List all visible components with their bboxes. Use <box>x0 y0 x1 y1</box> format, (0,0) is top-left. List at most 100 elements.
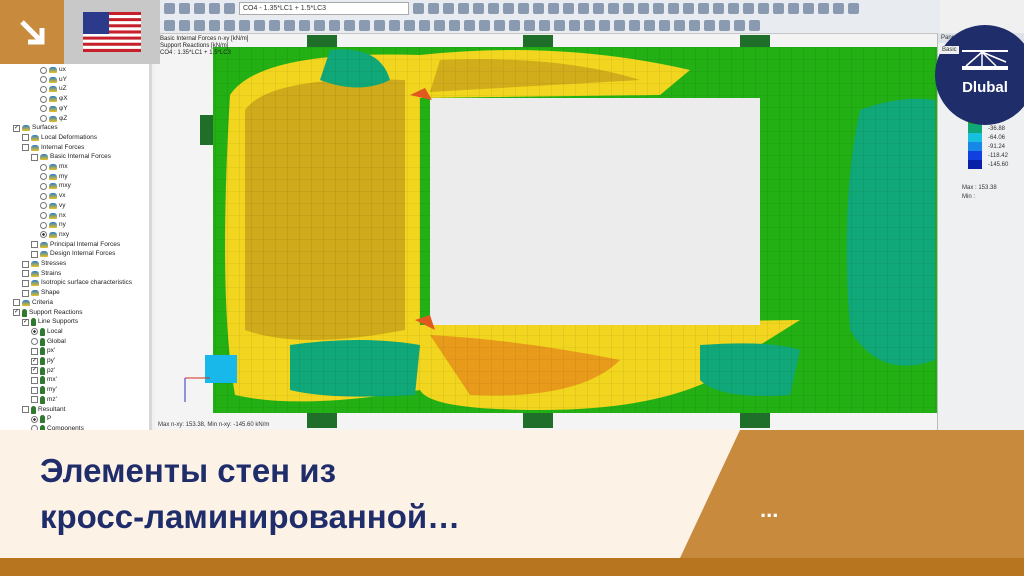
toolbar-icon[interactable] <box>818 3 829 14</box>
toolbar-icon[interactable] <box>608 3 619 14</box>
toolbar-icon[interactable] <box>578 3 589 14</box>
toolbar-icon[interactable] <box>548 3 559 14</box>
radio-button[interactable] <box>40 212 47 219</box>
toolbar-icon[interactable] <box>389 20 400 31</box>
toolbar-icon[interactable] <box>689 20 700 31</box>
tree-item[interactable]: Stresses <box>22 259 66 269</box>
radio-button[interactable] <box>31 338 38 346</box>
model-canvas[interactable] <box>155 35 937 430</box>
load-combo-select[interactable]: CO4 - 1.35*LC1 + 1.5*LC3 <box>239 2 409 15</box>
tree-item[interactable]: Internal Forces <box>22 143 84 153</box>
toolbar-icon[interactable] <box>524 20 535 31</box>
checkbox[interactable] <box>31 241 38 249</box>
tree-item[interactable]: nxy <box>40 230 69 240</box>
tree-item[interactable]: Criteria <box>13 298 53 308</box>
toolbar-icon[interactable] <box>758 3 769 14</box>
radio-button[interactable] <box>40 231 47 239</box>
toolbar-icon[interactable] <box>254 20 265 31</box>
toolbar-icon[interactable] <box>743 3 754 14</box>
radio-button[interactable] <box>31 415 38 423</box>
tree-item[interactable]: uZ <box>40 84 67 94</box>
toolbar-icon[interactable] <box>518 3 529 14</box>
tree-item[interactable]: φZ <box>40 114 67 124</box>
radio-button[interactable] <box>40 66 47 74</box>
more-button[interactable]: ... <box>760 497 778 523</box>
checkbox[interactable] <box>22 279 29 287</box>
checkbox[interactable] <box>22 134 29 142</box>
toolbar-icon[interactable] <box>434 20 445 31</box>
toolbar-icon[interactable] <box>848 3 859 14</box>
checkbox[interactable] <box>22 260 29 268</box>
radio-button[interactable] <box>40 192 47 200</box>
toolbar-icon[interactable] <box>614 20 625 31</box>
toolbar-icon[interactable] <box>584 20 595 31</box>
tree-item[interactable]: Strains <box>22 269 61 279</box>
toolbar-icon[interactable] <box>653 3 664 14</box>
toolbar-icon[interactable] <box>803 3 814 14</box>
tree-item[interactable]: my' <box>31 385 57 395</box>
toolbar-icon[interactable] <box>314 20 325 31</box>
checkbox[interactable] <box>31 250 38 258</box>
checkbox[interactable] <box>22 270 29 278</box>
toolbar-icon[interactable] <box>458 3 469 14</box>
tree-item[interactable]: Principal Internal Forces <box>31 240 120 250</box>
tree-item[interactable]: vy <box>40 201 66 211</box>
checkbox[interactable] <box>31 396 38 404</box>
radio-button[interactable] <box>40 221 47 229</box>
tree-item[interactable]: Isotropic surface characteristics <box>22 278 132 288</box>
tree-item[interactable]: Resultant <box>22 405 65 415</box>
checkbox[interactable] <box>22 406 29 413</box>
tree-item[interactable]: Design Internal Forces <box>31 249 115 259</box>
tree-item[interactable]: px' <box>31 346 55 356</box>
tree-item[interactable]: ✓ pz' <box>31 366 55 376</box>
radio-button[interactable] <box>40 173 47 181</box>
tree-item[interactable]: ux <box>40 65 66 75</box>
toolbar-icon[interactable] <box>269 20 280 31</box>
tree-item[interactable]: P <box>31 414 51 424</box>
tree-item[interactable]: φX <box>40 94 68 104</box>
checkbox[interactable] <box>22 144 29 152</box>
tree-item[interactable]: my <box>40 172 68 182</box>
tree-item[interactable]: ✓ Line Supports <box>22 317 78 327</box>
radio-button[interactable] <box>40 163 47 171</box>
toolbar-icon[interactable] <box>623 3 634 14</box>
toolbar-icon[interactable] <box>413 3 424 14</box>
toolbar-icon[interactable] <box>533 3 544 14</box>
radio-button[interactable] <box>40 105 47 113</box>
tree-item[interactable]: uY <box>40 75 67 85</box>
checkbox[interactable]: ✓ <box>31 357 38 365</box>
tree-item[interactable]: Local <box>31 327 63 337</box>
toolbar-icon[interactable] <box>674 20 685 31</box>
toolbar-icon[interactable] <box>374 20 385 31</box>
checkbox[interactable]: ✓ <box>13 124 20 132</box>
toolbar-icon[interactable] <box>683 3 694 14</box>
tree-item[interactable]: mxy <box>40 181 71 191</box>
tree-item[interactable]: mx' <box>31 375 57 385</box>
toolbar-icon[interactable] <box>593 3 604 14</box>
toolbar-icon[interactable] <box>629 20 640 31</box>
toolbar-icon[interactable] <box>194 20 205 31</box>
toolbar-icon[interactable] <box>659 20 670 31</box>
toolbar-icon[interactable] <box>329 20 340 31</box>
toolbar-icon[interactable] <box>239 20 250 31</box>
toolbar-icon[interactable] <box>713 3 724 14</box>
radio-button[interactable] <box>40 76 47 84</box>
toolbar-icon[interactable] <box>299 20 310 31</box>
toolbar-icon[interactable] <box>509 20 520 31</box>
toolbar-icon[interactable] <box>569 20 580 31</box>
toolbar-icon[interactable] <box>503 3 514 14</box>
tree-item[interactable]: Global <box>31 337 66 347</box>
toolbar-icon[interactable] <box>638 3 649 14</box>
tree-item[interactable]: φY <box>40 104 68 114</box>
toolbar-icon[interactable] <box>698 3 709 14</box>
toolbar-icon[interactable] <box>644 20 655 31</box>
toolbar-icon[interactable] <box>284 20 295 31</box>
tree-item[interactable]: Basic Internal Forces <box>31 152 111 162</box>
back-button[interactable] <box>0 0 64 64</box>
tree-item[interactable]: Shape <box>22 288 60 298</box>
toolbar-icon[interactable] <box>419 20 430 31</box>
toolbar-icon[interactable] <box>473 3 484 14</box>
checkbox[interactable]: ✓ <box>13 309 20 316</box>
tree-item[interactable]: ✓ py' <box>31 356 55 366</box>
tree-item[interactable]: ✓ Support Reactions <box>13 308 82 318</box>
